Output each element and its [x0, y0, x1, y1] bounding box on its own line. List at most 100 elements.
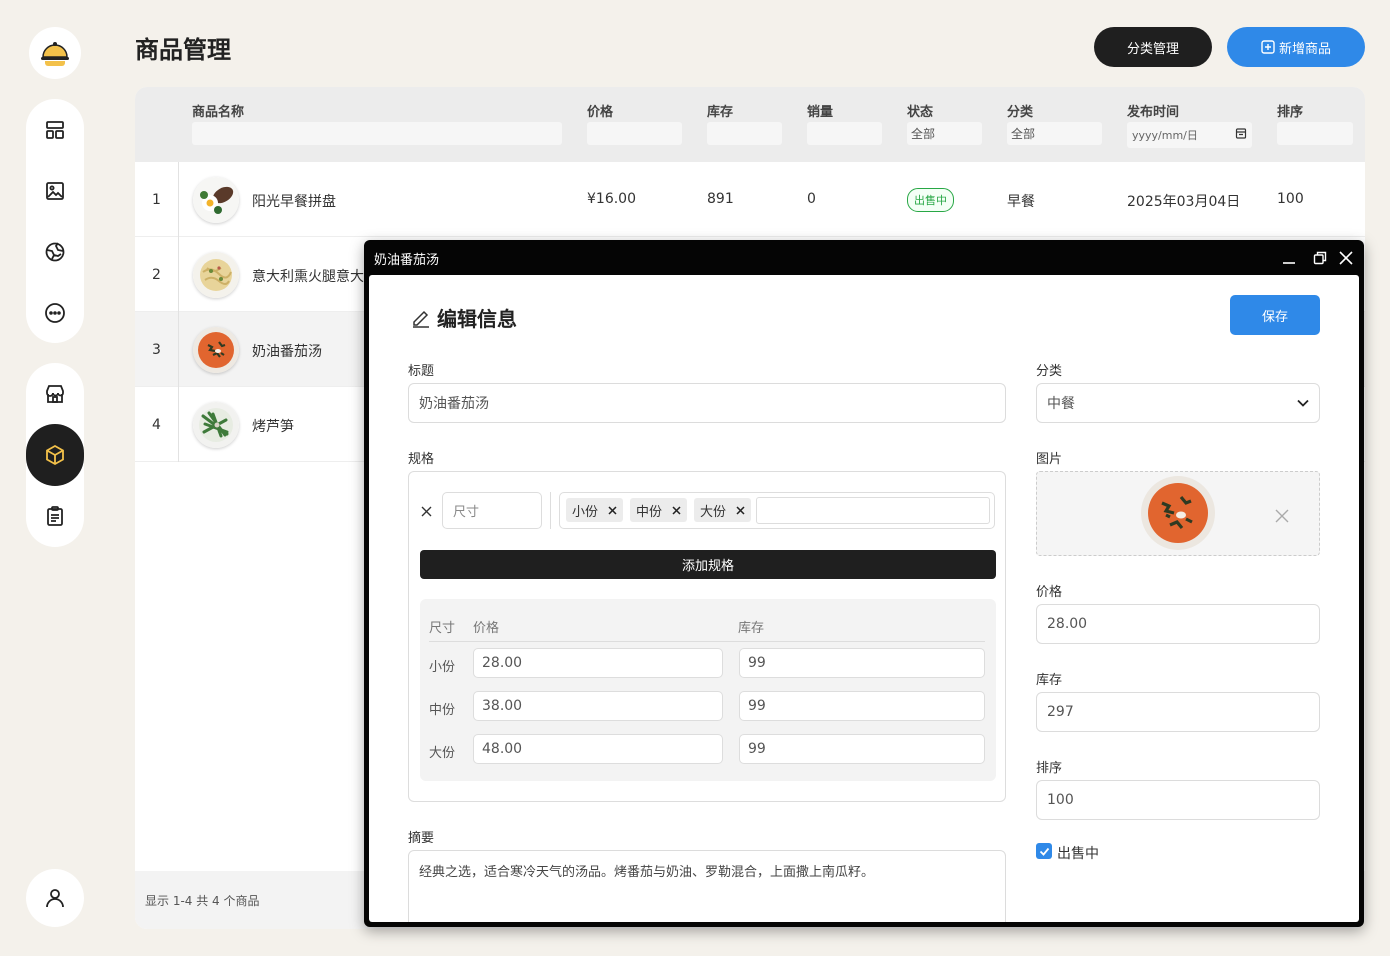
tag-remove-icon[interactable] [736, 505, 745, 515]
spec-stock-input[interactable]: 99 [739, 648, 985, 678]
pasta-image [193, 252, 239, 298]
nav-more[interactable] [26, 282, 84, 343]
spec-row-size: 小份 [429, 660, 456, 675]
add-product-label: 新增商品 [1278, 40, 1331, 56]
table-header: 商品名称 价格 库存 销量 状态 全部 分类 全部 发布时间 yyyy/mm/日… [135, 87, 1365, 162]
restore-button[interactable] [1311, 249, 1329, 267]
tag-remove-icon[interactable] [608, 505, 617, 515]
product-thumbnail [193, 327, 239, 373]
stock-input[interactable]: 297 [1036, 692, 1320, 732]
summary-textarea[interactable]: 经典之选，适合寒冷天气的汤品。烤番茄与奶油、罗勒混合，上面撒上南瓜籽。 [408, 850, 1006, 922]
col-price[interactable]: 价格 [587, 101, 613, 120]
product-name[interactable]: 烤芦笋 [252, 416, 294, 436]
minimize-button[interactable] [1280, 249, 1298, 267]
table-row[interactable]: 1 阳光早餐拼盘 ¥16.00 891 0 出售中 早餐 2025年03月04日… [135, 162, 1365, 237]
filter-sales-input[interactable] [807, 122, 882, 145]
nav-store[interactable] [26, 363, 84, 424]
remove-spec-icon[interactable] [421, 506, 432, 517]
add-spec-button[interactable]: 添加规格 [420, 550, 996, 579]
filter-sort-input[interactable] [1277, 122, 1353, 145]
on-sale-checkbox[interactable] [1036, 843, 1052, 859]
remove-image-icon[interactable] [1275, 509, 1289, 523]
spec-tag-label: 大份 [700, 504, 727, 520]
filter-stock-input[interactable] [707, 122, 782, 145]
image-label: 图片 [1036, 452, 1063, 467]
product-image-preview [1141, 476, 1215, 550]
tag-remove-icon[interactable] [672, 505, 681, 515]
page-title: 商品管理 [135, 36, 231, 64]
window-title: 奶油番茄汤 [374, 253, 440, 268]
row-index: 3 [135, 312, 179, 387]
spec-tags-input[interactable]: 小份 中份 大份 [559, 492, 995, 529]
filter-status-select[interactable]: 全部 [907, 122, 982, 145]
filter-date-input[interactable]: yyyy/mm/日 [1127, 122, 1252, 148]
col-status[interactable]: 状态 [907, 101, 933, 120]
save-button[interactable]: 保存 [1230, 295, 1320, 335]
product-sort: 100 [1277, 191, 1304, 207]
product-stock: 891 [707, 191, 734, 207]
spec-tag-label: 小份 [572, 504, 599, 520]
stock-label: 库存 [1036, 673, 1063, 688]
spec-editor: 尺寸 小份 中份 大份 添加规格 尺寸 价格 库存 小份 28.00 99 中份… [408, 471, 1006, 802]
spec-tag-label: 中份 [636, 504, 663, 520]
col-date[interactable]: 发布时间 [1127, 101, 1179, 120]
close-icon [1339, 251, 1353, 265]
category-select[interactable]: 中餐 [1036, 383, 1320, 423]
spec-name-input[interactable]: 尺寸 [442, 492, 542, 529]
spec-stock-input[interactable]: 99 [739, 691, 985, 721]
edit-form: 编辑信息 保存 标题 奶油番茄汤 分类 中餐 规格 尺寸 小份 中份 大份 添加… [369, 275, 1359, 922]
image-upload[interactable] [1036, 471, 1320, 556]
sort-input[interactable]: 100 [1036, 780, 1320, 820]
spec-price-input[interactable]: 48.00 [473, 734, 723, 764]
app-logo[interactable] [29, 27, 81, 79]
product-thumbnail [193, 252, 239, 298]
product-name[interactable]: 意大利熏火腿意大 [252, 266, 364, 286]
add-product-button[interactable]: 新增商品 [1227, 27, 1365, 67]
price-input[interactable]: 28.00 [1036, 604, 1320, 644]
spec-tag: 小份 [566, 498, 624, 522]
user-icon [46, 889, 64, 908]
filter-category-select[interactable]: 全部 [1007, 122, 1102, 145]
category-label: 分类 [1036, 364, 1063, 379]
close-window-button[interactable] [1337, 249, 1355, 267]
product-name[interactable]: 奶油番茄汤 [252, 341, 322, 361]
on-sale-label[interactable]: 出售中 [1057, 843, 1099, 863]
row-index: 2 [135, 237, 179, 312]
new-tag-input[interactable] [756, 497, 990, 524]
nav-group-store [26, 363, 84, 547]
product-date: 2025年03月04日 [1127, 194, 1241, 210]
sidebar [0, 0, 110, 956]
nav-orders[interactable] [26, 486, 84, 547]
nav-dashboard[interactable] [26, 99, 84, 160]
product-price: ¥16.00 [587, 191, 636, 207]
asparagus-image [193, 402, 239, 448]
title-label: 标题 [408, 364, 435, 379]
filter-name-input[interactable] [192, 122, 562, 145]
row-index: 4 [135, 387, 179, 462]
spec-stock-input[interactable]: 99 [739, 734, 985, 764]
product-sales: 0 [807, 191, 816, 207]
nav-explore[interactable] [26, 221, 84, 282]
col-category[interactable]: 分类 [1007, 101, 1033, 120]
col-sort[interactable]: 排序 [1277, 101, 1303, 120]
status-badge: 出售中 [907, 188, 954, 212]
chevron-down-icon [1297, 399, 1309, 407]
spec-row-size: 大份 [429, 746, 456, 761]
filter-price-input[interactable] [587, 122, 682, 145]
spec-price-input[interactable]: 38.00 [473, 691, 723, 721]
nav-profile[interactable] [26, 869, 84, 927]
spec-col-size: 尺寸 [429, 621, 456, 636]
category-manage-button[interactable]: 分类管理 [1094, 27, 1212, 67]
col-stock[interactable]: 库存 [707, 101, 733, 120]
nav-products[interactable] [26, 424, 84, 486]
spec-price-input[interactable]: 28.00 [473, 648, 723, 678]
store-icon [46, 384, 64, 403]
col-name[interactable]: 商品名称 [192, 101, 244, 120]
title-input[interactable]: 奶油番茄汤 [408, 383, 1006, 423]
col-sales[interactable]: 销量 [807, 101, 833, 120]
product-name[interactable]: 阳光早餐拼盘 [252, 191, 336, 211]
product-category: 早餐 [1007, 194, 1035, 210]
globe-icon [45, 242, 65, 261]
calendar-icon[interactable] [1235, 127, 1247, 139]
nav-images[interactable] [26, 160, 84, 221]
